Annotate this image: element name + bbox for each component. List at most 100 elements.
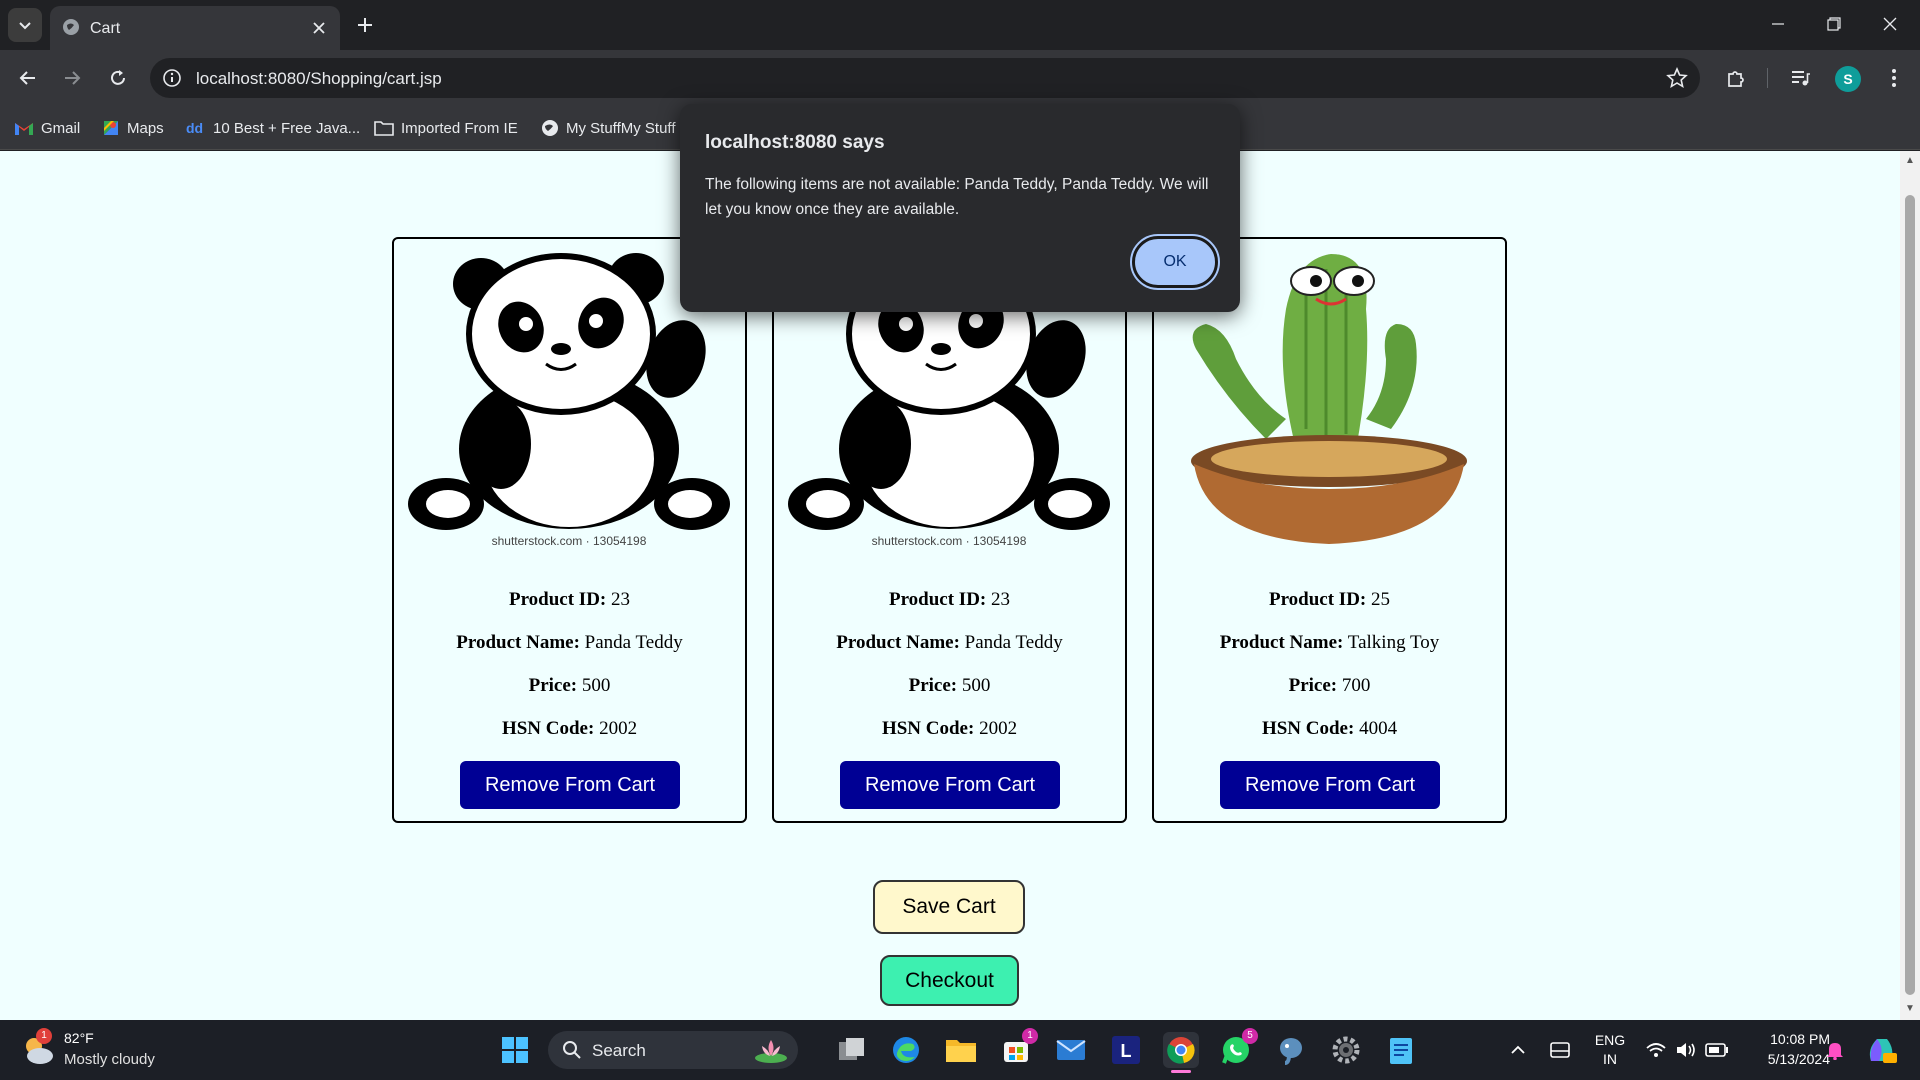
- tab-strip: Cart: [0, 0, 1920, 50]
- show-hidden-icons-button[interactable]: [1503, 1032, 1533, 1068]
- product-price-line: Price: 500: [774, 675, 1125, 697]
- profile-avatar[interactable]: S: [1835, 66, 1861, 92]
- minimize-icon: [1772, 23, 1784, 25]
- taskbar-pgadmin[interactable]: [1273, 1032, 1309, 1068]
- taskbar-notepad[interactable]: [1383, 1032, 1419, 1068]
- scroll-up-arrow-icon[interactable]: ▲: [1904, 155, 1916, 167]
- weather-widget[interactable]: 1: [20, 1028, 56, 1068]
- bookmark-gmail[interactable]: Gmail: [14, 116, 80, 140]
- weather-temperature: 82°F: [64, 1030, 94, 1046]
- product-hsn-line: HSN Code: 2002: [394, 718, 745, 740]
- forward-button[interactable]: [56, 62, 88, 94]
- checkout-button[interactable]: Checkout: [880, 955, 1019, 1006]
- taskbar-store[interactable]: 1: [998, 1028, 1038, 1068]
- wifi-icon: [1646, 1043, 1666, 1057]
- alert-message: The following items are not available: P…: [705, 176, 1209, 218]
- product-hsn-line: HSN Code: 2002: [774, 718, 1125, 740]
- weather-badge: 1: [36, 1028, 52, 1044]
- minimize-button[interactable]: [1750, 0, 1806, 48]
- product-price-value: 500: [581, 675, 611, 696]
- windows-logo-icon: [502, 1037, 528, 1063]
- product-name-label: Product Name:: [1219, 632, 1344, 653]
- language-region: IN: [1603, 1051, 1617, 1067]
- image-caption: shutterstock.com · 13054198: [872, 534, 1027, 548]
- media-controls-button[interactable]: [1784, 62, 1816, 94]
- tab-cart[interactable]: Cart: [50, 6, 340, 50]
- taskbar-settings[interactable]: [1328, 1032, 1364, 1068]
- new-tab-button[interactable]: [350, 10, 380, 40]
- taskbar-edge[interactable]: [888, 1032, 924, 1068]
- copilot-button[interactable]: [1862, 1032, 1902, 1068]
- product-hsn-value: 2002: [599, 718, 638, 739]
- folder-icon: [374, 121, 394, 136]
- product-id-label: Product ID:: [888, 589, 987, 610]
- site-info-button[interactable]: [160, 66, 184, 90]
- bookmark-folder-ie[interactable]: Imported From IE: [374, 116, 518, 140]
- taskbar-search-box[interactable]: Search: [548, 1031, 798, 1069]
- product-hsn-value: 4004: [1359, 718, 1398, 739]
- tray-display-button[interactable]: [1543, 1032, 1577, 1068]
- start-button[interactable]: [497, 1032, 533, 1068]
- product-name-value: Panda Teddy: [964, 632, 1063, 653]
- clock-date: 5/13/2024: [1767, 1051, 1830, 1067]
- page-scrollbar[interactable]: ▲ ▼: [1900, 151, 1920, 1020]
- product-id-value: 23: [991, 589, 1011, 610]
- display-icon: [1550, 1042, 1570, 1058]
- maps-icon: [104, 121, 118, 135]
- product-id-value: 25: [1371, 589, 1391, 610]
- product-price-label: Price:: [528, 675, 578, 696]
- chevron-down-icon: [19, 22, 31, 30]
- remove-from-cart-button[interactable]: Remove From Cart: [1220, 761, 1440, 809]
- quick-settings-button[interactable]: [1640, 1032, 1734, 1068]
- cart-item-card: shutterstock.com · 13054198 Product ID: …: [392, 237, 747, 823]
- product-name-line: Product Name: Talking Toy: [1154, 632, 1505, 654]
- gmail-icon: [15, 123, 33, 135]
- bookmark-star-icon[interactable]: [1666, 67, 1688, 89]
- taskbar-whatsapp[interactable]: 5: [1218, 1028, 1258, 1068]
- product-price-label: Price:: [908, 675, 958, 696]
- taskbar-l-app[interactable]: L: [1108, 1032, 1144, 1068]
- bookmark-java[interactable]: dd 10 Best + Free Java...: [186, 116, 360, 140]
- folder-icon: [946, 1040, 976, 1062]
- bookmark-label: My StuffMy Stuff: [566, 119, 676, 137]
- product-price-line: Price: 500: [394, 675, 745, 697]
- taskbar-mail[interactable]: [1053, 1032, 1089, 1068]
- address-bar[interactable]: localhost:8080/Shopping/cart.jsp: [150, 58, 1700, 98]
- clock-time: 10:08 PM: [1770, 1031, 1830, 1047]
- globe-icon: [63, 19, 79, 35]
- bookmark-label: Imported From IE: [401, 119, 518, 137]
- bookmark-my-stuff[interactable]: My StuffMy Stuff: [541, 116, 675, 140]
- taskbar-file-explorer[interactable]: [943, 1032, 979, 1068]
- remove-from-cart-button[interactable]: Remove From Cart: [840, 761, 1060, 809]
- battery-icon: [1705, 1043, 1728, 1057]
- product-price-value: 500: [961, 675, 991, 696]
- restore-button[interactable]: [1806, 0, 1862, 48]
- edge-icon: [893, 1037, 919, 1063]
- close-icon: [313, 22, 325, 34]
- task-view-button[interactable]: [834, 1032, 870, 1068]
- browser-menu-button[interactable]: [1878, 62, 1910, 94]
- elephant-icon: [1280, 1038, 1302, 1065]
- taskbar-search-label: Search: [592, 1041, 646, 1060]
- save-cart-button[interactable]: Save Cart: [873, 880, 1025, 934]
- scrollbar-thumb[interactable]: [1905, 195, 1915, 995]
- scroll-down-arrow-icon[interactable]: ▼: [1904, 1003, 1916, 1015]
- alert-ok-button[interactable]: OK: [1130, 234, 1220, 290]
- url-text[interactable]: localhost:8080/Shopping/cart.jsp: [196, 69, 442, 89]
- language-indicator[interactable]: ENG IN: [1588, 1032, 1632, 1070]
- reload-button[interactable]: [102, 62, 134, 94]
- svg-text:dd: dd: [186, 120, 203, 136]
- notifications-button[interactable]: [1818, 1032, 1852, 1068]
- remove-from-cart-button[interactable]: Remove From Cart: [460, 761, 680, 809]
- clock[interactable]: 10:08 PM 5/13/2024: [1740, 1030, 1830, 1070]
- bookmark-maps[interactable]: Maps: [102, 116, 164, 140]
- back-button[interactable]: [12, 62, 44, 94]
- store-badge: 1: [1022, 1028, 1038, 1044]
- product-name-label: Product Name:: [836, 632, 960, 653]
- close-window-button[interactable]: [1862, 0, 1918, 48]
- taskbar-chrome[interactable]: [1163, 1032, 1199, 1073]
- extensions-button[interactable]: [1720, 62, 1752, 94]
- tab-close-button[interactable]: [308, 17, 330, 39]
- tab-search-button[interactable]: [8, 8, 42, 42]
- cart-item-card: Product ID: 25 Product Name: Talking Toy…: [1152, 237, 1507, 823]
